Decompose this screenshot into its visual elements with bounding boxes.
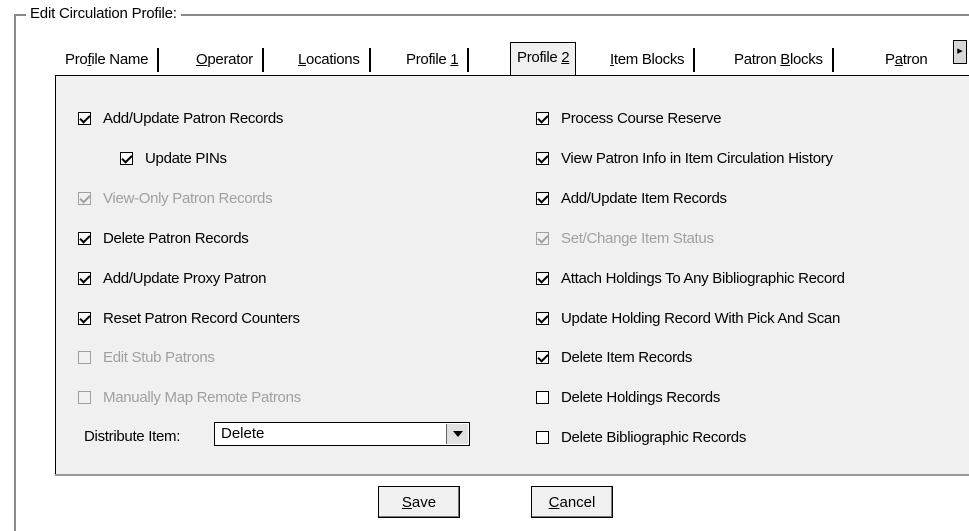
checkbox-box [78, 390, 91, 404]
checkbox-label: Update PINs [145, 149, 227, 167]
checkbox-box[interactable] [536, 311, 549, 325]
checkbox-attach-holdings[interactable]: Attach Holdings To Any Bibliographic Rec… [536, 267, 845, 289]
checkbox-box[interactable] [536, 430, 549, 444]
checkbox-add-update-item-records[interactable]: Add/Update Item Records [536, 187, 727, 209]
tab-strip: Profile Name Operator Locations Profile … [55, 42, 969, 76]
tab-mnemonic: 2 [561, 49, 570, 66]
tab-operator[interactable]: Operator [196, 48, 264, 72]
button-label: ave [411, 493, 437, 511]
tab-label: perator [207, 51, 253, 68]
tab-label: tron [902, 51, 928, 68]
checkbox-label: Set/Change Item Status [561, 229, 714, 247]
checkbox-label: Process Course Reserve [561, 109, 722, 127]
checkbox-box [78, 191, 91, 205]
checkbox-label: Delete Holdings Records [561, 388, 721, 406]
button-mnemonic: C [548, 493, 560, 511]
dropdown-button[interactable] [446, 424, 468, 444]
checkbox-label: Delete Item Records [561, 348, 693, 366]
checkbox-box[interactable] [536, 271, 549, 285]
tab-scroll-right-button[interactable]: ▸ [953, 40, 967, 64]
checkbox-delete-item-records[interactable]: Delete Item Records [536, 346, 692, 368]
checkbox-box[interactable] [78, 311, 91, 325]
distribute-item-select[interactable]: Delete [214, 422, 470, 446]
arrow-right-icon: ▸ [957, 45, 963, 57]
checkbox-box[interactable] [536, 350, 549, 364]
checkbox-update-holding-record[interactable]: Update Holding Record With Pick And Scan [536, 307, 840, 329]
tab-profile-name[interactable]: Profile Name [65, 48, 160, 72]
checkbox-label: Add/Update Patron Records [103, 109, 284, 127]
checkbox-box[interactable] [78, 231, 91, 245]
checkbox-label: Add/Update Item Records [561, 189, 727, 207]
checkbox-box[interactable] [120, 151, 133, 165]
tab-mnemonic: O [196, 51, 208, 68]
group-frame-left [14, 14, 16, 531]
checkbox-view-patron-info[interactable]: View Patron Info in Item Circulation His… [536, 147, 833, 169]
tab-patron[interactable]: Patron [885, 48, 936, 72]
checkbox-view-only-patron-records: View-Only Patron Records [78, 187, 273, 209]
checkbox-label: Manually Map Remote Patrons [103, 388, 301, 406]
save-button[interactable]: Save [378, 486, 460, 518]
tab-profile-1[interactable]: Profile 1 [406, 48, 470, 72]
distribute-item-value: Delete [221, 425, 265, 442]
checkbox-label: View-Only Patron Records [103, 189, 273, 207]
tab-profile-2[interactable]: Profile 2 [510, 42, 577, 76]
checkbox-label: Reset Patron Record Counters [103, 309, 300, 327]
tab-label: ocations [306, 51, 360, 68]
panel-bottom-divider [55, 474, 969, 476]
checkbox-delete-bibliographic-records[interactable]: Delete Bibliographic Records [536, 426, 746, 448]
tab-mnemonic: a [894, 51, 903, 68]
checkbox-reset-patron-record-counters[interactable]: Reset Patron Record Counters [78, 307, 300, 329]
checkbox-edit-stub-patrons: Edit Stub Patrons [78, 346, 215, 368]
checkbox-process-course-reserve[interactable]: Process Course Reserve [536, 107, 721, 129]
tab-label: Pro [65, 51, 88, 68]
checkbox-add-update-patron-records[interactable]: Add/Update Patron Records [78, 107, 283, 129]
tab-item-blocks[interactable]: Item Blocks [610, 48, 696, 72]
distribute-item-label: Distribute Item: [84, 428, 181, 445]
tab-mnemonic: B [780, 51, 790, 68]
tab-patron-blocks[interactable]: Patron Blocks [734, 48, 834, 72]
checkbox-label: Edit Stub Patrons [103, 348, 215, 366]
tab-label: Patron [734, 51, 781, 68]
checkbox-box[interactable] [78, 271, 91, 285]
tab-locations[interactable]: Locations [298, 48, 371, 72]
tab-mnemonic: 1 [450, 51, 459, 68]
cancel-button[interactable]: Cancel [531, 486, 613, 518]
checkbox-manually-map-remote-patrons: Manually Map Remote Patrons [78, 386, 301, 408]
checkbox-add-update-proxy-patron[interactable]: Add/Update Proxy Patron [78, 267, 267, 289]
checkbox-label: Attach Holdings To Any Bibliographic Rec… [561, 269, 845, 287]
button-mnemonic: S [401, 493, 412, 511]
tab-mnemonic: L [298, 51, 307, 68]
checkbox-box[interactable] [536, 151, 549, 165]
checkbox-delete-holdings-records[interactable]: Delete Holdings Records [536, 386, 720, 408]
checkbox-label: View Patron Info in Item Circulation His… [561, 149, 833, 167]
checkbox-box[interactable] [78, 111, 91, 125]
checkbox-set-change-item-status: Set/Change Item Status [536, 227, 714, 249]
checkbox-box[interactable] [536, 191, 549, 205]
tab-label: tem Blocks [613, 51, 685, 68]
tab-label: P [885, 51, 895, 68]
chevron-down-icon [452, 431, 463, 437]
tab-label: Profile [406, 51, 451, 68]
checkbox-box[interactable] [536, 111, 549, 125]
checkbox-update-pins[interactable]: Update PINs [120, 147, 227, 169]
checkbox-box [78, 350, 91, 364]
checkbox-box [536, 231, 549, 245]
tab-label: Profile [517, 49, 562, 66]
checkbox-label: Add/Update Proxy Patron [103, 269, 267, 287]
checkbox-box[interactable] [536, 390, 549, 404]
checkbox-label: Update Holding Record With Pick And Scan [561, 309, 840, 327]
checkbox-label: Delete Bibliographic Records [561, 428, 747, 446]
button-label: ancel [559, 493, 596, 511]
tab-label: ile Name [91, 51, 149, 68]
checkbox-delete-patron-records[interactable]: Delete Patron Records [78, 227, 249, 249]
group-title: Edit Circulation Profile: [26, 5, 181, 23]
tab-label: locks [789, 51, 823, 68]
checkbox-label: Delete Patron Records [103, 229, 249, 247]
